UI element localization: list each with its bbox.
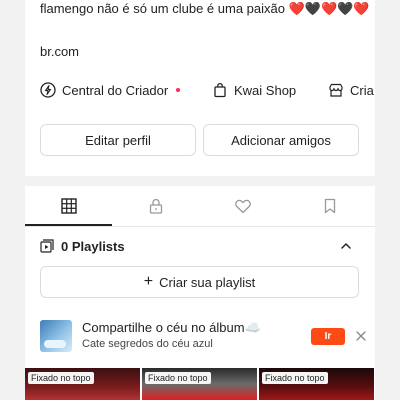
pinned-badge: Fixado no topo <box>262 372 328 384</box>
chevron-up-icon[interactable] <box>339 239 353 253</box>
tab-private[interactable] <box>112 186 199 226</box>
album-promo-banner[interactable]: Compartilhe o céu no álbum☁️ Cate segred… <box>40 320 366 356</box>
tab-liked[interactable] <box>199 186 286 226</box>
profile-link[interactable]: br.com <box>40 44 79 59</box>
profile-bio: flamengo não é só um clube é uma paixão … <box>40 1 370 16</box>
close-icon[interactable] <box>354 329 368 343</box>
shortcut-creator-center[interactable]: Central do Criador <box>40 80 181 100</box>
plus-icon: + <box>143 273 154 290</box>
sky-thumbnail <box>40 320 72 352</box>
banner-go-button[interactable]: Ir <box>311 328 345 345</box>
video-thumbnail[interactable]: Fixado no topo <box>25 368 140 400</box>
content-panel: 0 Playlists + Criar sua playlist Compart… <box>25 186 375 400</box>
banner-title: Compartilhe o céu no álbum☁️ <box>82 320 261 335</box>
playlist-icon <box>40 239 54 253</box>
active-tab-indicator <box>25 224 112 226</box>
shortcut-label: Kwai Shop <box>234 82 297 98</box>
profile-panel: flamengo não é só um clube é uma paixão … <box>25 0 375 176</box>
store-icon <box>329 83 343 97</box>
notification-dot <box>176 88 181 92</box>
tab-grid[interactable] <box>25 186 112 226</box>
shortcut-kwai-shop[interactable]: Kwai Shop <box>212 80 296 100</box>
playlists-header: 0 Playlists <box>40 236 360 256</box>
lightning-icon <box>40 82 56 98</box>
video-grid: Fixado no topo Fixado no topo Fixado no … <box>25 368 375 400</box>
shortcut-label: Central do Criador <box>62 82 169 98</box>
edit-profile-button[interactable]: Editar perfil <box>40 124 196 156</box>
bookmark-icon <box>324 198 335 214</box>
banner-subtitle: Cate segredos do céu azul <box>82 338 213 350</box>
shopping-bag-icon <box>214 82 226 98</box>
shortcut-label: Cria <box>350 82 374 98</box>
lock-icon <box>149 198 162 214</box>
pinned-badge: Fixado no topo <box>145 372 211 384</box>
video-thumbnail[interactable]: Fixado no topo <box>142 368 257 400</box>
profile-tabs <box>25 186 375 227</box>
video-thumbnail[interactable]: Fixado no topo <box>259 368 374 400</box>
tab-saved[interactable] <box>286 186 373 226</box>
add-friends-button[interactable]: Adicionar amigos <box>203 124 359 156</box>
pinned-badge: Fixado no topo <box>28 372 94 384</box>
heart-icon <box>234 199 251 214</box>
playlists-count: 0 Playlists <box>61 238 125 254</box>
create-playlist-button[interactable]: + Criar sua playlist <box>40 266 359 298</box>
grid-icon <box>60 198 77 214</box>
create-playlist-label: Criar sua playlist <box>159 274 256 290</box>
shortcut-create[interactable]: Cria <box>328 80 374 100</box>
